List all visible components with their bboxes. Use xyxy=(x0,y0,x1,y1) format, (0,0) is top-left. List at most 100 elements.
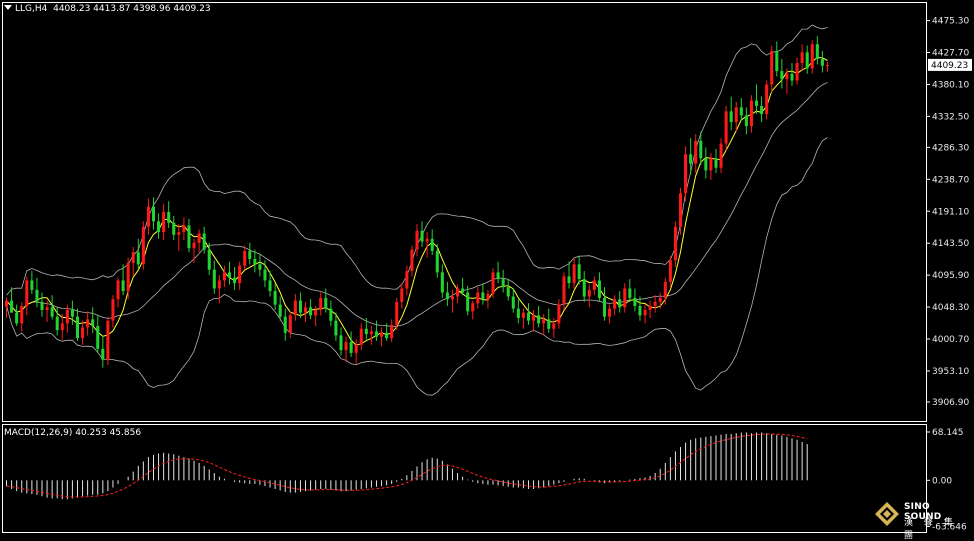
candle-body xyxy=(714,158,718,168)
candle-body xyxy=(658,297,662,302)
candle-body xyxy=(81,327,85,339)
candle-body xyxy=(501,279,505,288)
candle xyxy=(810,40,814,74)
candle-body xyxy=(673,226,677,261)
candle xyxy=(81,320,85,345)
candle xyxy=(608,304,612,324)
candle xyxy=(592,276,596,296)
candle-body xyxy=(50,307,54,317)
candle-body xyxy=(151,206,156,222)
macd-tick-label: 0.00 xyxy=(932,476,952,486)
candle-body xyxy=(182,225,186,233)
candle-body xyxy=(653,301,657,306)
candle xyxy=(5,297,9,319)
candle-body xyxy=(96,326,100,349)
candle xyxy=(597,272,601,302)
candle xyxy=(450,289,454,313)
candle xyxy=(765,80,769,120)
candle-body xyxy=(415,230,419,250)
candle xyxy=(805,45,809,74)
candle-body xyxy=(248,250,252,259)
candle xyxy=(476,287,480,309)
candle xyxy=(91,307,95,333)
candle xyxy=(359,323,363,351)
price-axis: 4475.30 4427.70 4380.10 4332.50 4286.30 4238.… xyxy=(926,17,969,408)
candle-body xyxy=(734,107,738,123)
candle-body xyxy=(233,277,237,284)
candle-body xyxy=(760,105,764,115)
candle-body xyxy=(157,221,161,233)
candle xyxy=(577,256,581,285)
candle-body xyxy=(719,143,723,168)
candle xyxy=(491,268,495,298)
candle xyxy=(521,308,525,329)
candle-body xyxy=(623,288,627,308)
price-panel-frame xyxy=(2,2,927,422)
candle-body xyxy=(40,301,44,310)
candle-body xyxy=(481,292,485,300)
candle xyxy=(227,261,232,285)
candle xyxy=(298,292,302,319)
candle-body xyxy=(86,319,90,328)
candle xyxy=(258,253,262,277)
candle-body xyxy=(298,300,302,313)
candle-body xyxy=(283,316,287,333)
candle-body xyxy=(597,280,601,298)
candle xyxy=(618,291,622,313)
candle-body xyxy=(805,52,809,69)
candle-body xyxy=(212,269,216,289)
candle-body xyxy=(663,281,667,298)
candle-body xyxy=(800,52,804,64)
candle xyxy=(815,36,819,65)
candle-body xyxy=(75,316,79,339)
price-tick-label: 4048.30 xyxy=(932,303,969,313)
candle xyxy=(96,315,100,353)
candle xyxy=(557,299,561,329)
candle-body xyxy=(202,233,206,250)
candle-body xyxy=(445,292,449,300)
candle-body xyxy=(91,319,95,327)
brand-chinese-name: 漢 聲 集 團 xyxy=(904,518,957,541)
brand-logo: SINO SOUND 漢 聲 集 團 xyxy=(874,498,970,541)
candle xyxy=(537,305,541,328)
candle-body xyxy=(227,272,232,278)
candle-body xyxy=(689,154,693,164)
candle xyxy=(324,288,328,313)
candle-body xyxy=(471,303,475,312)
candle xyxy=(471,300,475,320)
candle xyxy=(222,265,226,288)
chart-canvas[interactable]: 4475.30 4427.70 4380.10 4332.50 4286.30 4238.… xyxy=(0,0,974,536)
macd-tick-label: 68.145 xyxy=(932,428,964,438)
candle-body xyxy=(526,312,531,321)
ohlc-values: 4408.23 4413.87 4398.96 4409.23 xyxy=(53,4,211,14)
candle-body xyxy=(729,111,733,123)
candle-body xyxy=(815,44,819,60)
candle-body xyxy=(608,308,612,317)
candle xyxy=(131,246,135,277)
candle xyxy=(303,301,308,323)
candle-body xyxy=(126,262,130,292)
candle xyxy=(420,221,424,247)
macd-signal-line xyxy=(6,433,808,498)
candle xyxy=(562,272,566,310)
candle-body xyxy=(633,297,637,306)
price-tick-label: 3906.90 xyxy=(932,398,969,408)
symbol-dropdown-icon[interactable] xyxy=(4,5,12,10)
price-tick-label: 4143.50 xyxy=(932,239,969,249)
candle xyxy=(141,221,145,270)
candle xyxy=(542,313,546,336)
candle-body xyxy=(25,280,29,306)
candle xyxy=(440,264,444,298)
candle-body xyxy=(136,252,140,265)
candle-body xyxy=(537,315,541,324)
candle xyxy=(790,63,794,86)
candle-body xyxy=(253,258,257,265)
candle-body xyxy=(694,140,698,164)
price-tick-label: 4380.10 xyxy=(932,80,969,90)
candle xyxy=(339,327,343,356)
candle-body xyxy=(400,288,404,302)
candle xyxy=(319,292,323,316)
candle-body xyxy=(557,304,561,324)
candle-body xyxy=(5,300,9,307)
candle-body xyxy=(668,260,672,282)
